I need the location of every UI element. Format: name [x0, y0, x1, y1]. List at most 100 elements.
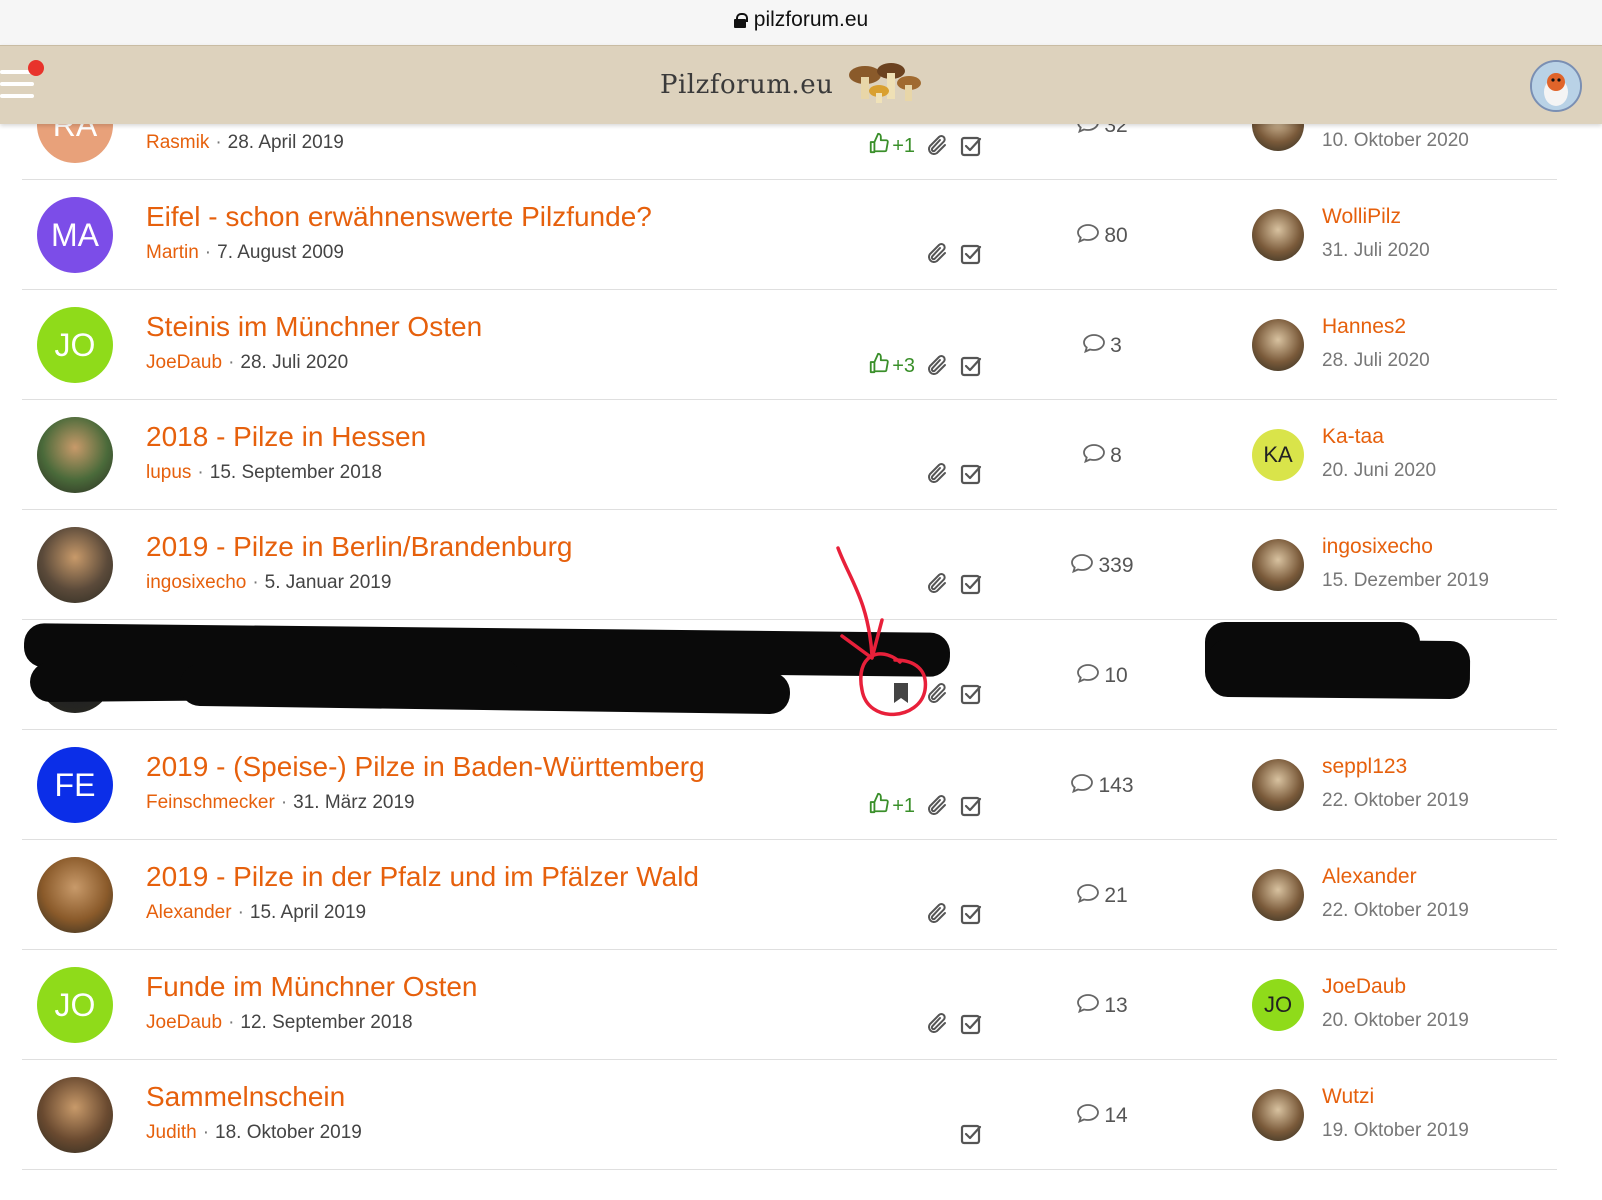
paperclip-icon: [925, 134, 951, 158]
last-poster-avatar[interactable]: [1252, 1089, 1304, 1141]
thread-author-link[interactable]: Feinschmecker: [146, 792, 275, 813]
thread-row[interactable]: FE 2019 - (Speise-) Pilze in Baden-Württe…: [22, 730, 1557, 840]
last-poster-avatar[interactable]: [1252, 869, 1304, 921]
thread-title-link[interactable]: Steinis im Münchner Osten: [146, 311, 482, 343]
last-poster-avatar[interactable]: [1252, 759, 1304, 811]
reply-count: 3: [1042, 332, 1162, 360]
thread-row[interactable]: Sammelnschein Judith · 18. Oktober 2019 14 Wu…: [22, 1060, 1557, 1170]
comment-icon: [1070, 552, 1094, 580]
paperclip-icon: [925, 462, 951, 486]
last-poster-avatar[interactable]: [1252, 209, 1304, 261]
thread-status-icons: [925, 242, 985, 266]
author-avatar[interactable]: [37, 527, 113, 603]
meta-separator: ·: [228, 352, 235, 373]
author-avatar[interactable]: MA: [37, 197, 113, 273]
author-avatar[interactable]: JO: [37, 967, 113, 1043]
last-poster-link[interactable]: Ka-taa: [1322, 425, 1384, 449]
last-poster-avatar[interactable]: [1252, 319, 1304, 371]
last-post-date[interactable]: 15. Dezember 2019: [1322, 570, 1489, 592]
paperclip-icon: [925, 354, 951, 378]
reply-value: 339: [1098, 554, 1134, 577]
last-poster-link[interactable]: ingosixecho: [1322, 535, 1433, 559]
last-post-date[interactable]: 19. Oktober 2019: [1322, 1120, 1469, 1142]
author-avatar[interactable]: [37, 857, 113, 933]
browser-url-bar[interactable]: pilzforum.eu: [0, 0, 1602, 45]
thread-title-link[interactable]: 2019 - Pilze in Berlin/Brandenburg: [146, 531, 572, 563]
last-poster-avatar[interactable]: JO: [1252, 979, 1304, 1031]
avatar-initials: KA: [1263, 442, 1293, 467]
last-post-date[interactable]: 20. Oktober 2019: [1322, 1010, 1469, 1032]
paperclip-icon: [925, 682, 951, 706]
url-text: pilzforum.eu: [753, 8, 869, 31]
last-poster-link[interactable]: seppl123: [1322, 755, 1407, 779]
avatar-initials: JO: [54, 986, 96, 1023]
thread-title-link[interactable]: Eifel - schon erwähnenswerte Pilzfunde?: [146, 201, 652, 233]
notification-badge: [28, 60, 44, 76]
user-avatar[interactable]: [1530, 60, 1582, 112]
last-post-date[interactable]: 10. Oktober 2020: [1322, 130, 1469, 152]
site-header: Pilzforum.eu: [0, 45, 1602, 124]
thread-status-icons: +1: [868, 132, 985, 160]
last-poster-link[interactable]: WolliPilz: [1322, 205, 1401, 229]
thread-row[interactable]: 2019 - Pilze in Berlin/Brandenburg ingosi…: [22, 510, 1557, 620]
thread-author-link[interactable]: Rasmik: [146, 132, 209, 153]
thread-author-link[interactable]: Judith: [146, 1122, 197, 1143]
thread-author-link[interactable]: ingosixecho: [146, 572, 246, 593]
last-post-date[interactable]: 22. Oktober 2019: [1322, 900, 1469, 922]
reply-value: 14: [1104, 1104, 1128, 1127]
thread-row[interactable]: 2019 - Pilze in der Pfalz und im Pfälzer…: [22, 840, 1557, 950]
thread-meta: lupus · 15. September 2018: [146, 462, 382, 484]
author-avatar[interactable]: [37, 1077, 113, 1153]
author-avatar[interactable]: [37, 417, 113, 493]
last-poster-link[interactable]: Wutzi: [1322, 1085, 1374, 1109]
thread-row[interactable]: JO Steinis im Münchner Osten JoeDaub · 28. J…: [22, 290, 1557, 400]
last-post-date[interactable]: 22. Oktober 2019: [1322, 790, 1469, 812]
paperclip-icon: [925, 1012, 951, 1036]
thread-status-icons: [891, 682, 985, 706]
bookmark-icon[interactable]: [891, 682, 917, 706]
thread-status-icons: +3: [868, 352, 985, 380]
thread-start-date: 18. Oktober 2019: [215, 1122, 362, 1143]
thread-author-link[interactable]: Martin: [146, 242, 199, 263]
comment-icon: [1076, 882, 1100, 910]
site-logo[interactable]: Pilzforum.eu: [660, 60, 923, 110]
author-avatar[interactable]: JO: [37, 307, 113, 383]
checkbox-icon: [959, 682, 985, 706]
thread-row[interactable]: MA Eifel - schon erwähnenswerte Pilzfunde…: [22, 180, 1557, 290]
thread-author-link[interactable]: lupus: [146, 462, 191, 483]
last-poster-avatar[interactable]: [1252, 539, 1304, 591]
reply-count: 21: [1042, 882, 1162, 910]
thread-start-date: 15. September 2018: [209, 462, 382, 483]
thread-title-link[interactable]: 2018 - Pilze in Hessen: [146, 421, 426, 453]
thread-title-link[interactable]: 2019 - Pilze in der Pfalz und im Pfälzer…: [146, 861, 699, 893]
thread-author-link[interactable]: Alexander: [146, 902, 232, 923]
mushroom-logo-icon: [849, 63, 922, 103]
thread-title-link[interactable]: 2019 - (Speise-) Pilze in Baden-Württemb…: [146, 751, 705, 783]
thread-title-link[interactable]: Sammelnschein: [146, 1081, 345, 1113]
paperclip-icon: [925, 794, 951, 818]
url-display[interactable]: pilzforum.eu: [0, 8, 1602, 32]
thread-row[interactable]: JO Funde im Münchner Osten JoeDaub · 12. Sep…: [22, 950, 1557, 1060]
meta-separator: ·: [252, 572, 259, 593]
thread-title-link[interactable]: Funde im Münchner Osten: [146, 971, 478, 1003]
paperclip-icon: [925, 902, 951, 926]
thread-author-link[interactable]: JoeDaub: [146, 352, 222, 373]
last-post-date[interactable]: 31. Juli 2020: [1322, 240, 1430, 262]
reply-count: 8: [1042, 442, 1162, 470]
author-avatar[interactable]: FE: [37, 747, 113, 823]
thumbs-up-icon: [868, 132, 890, 160]
thread-row[interactable]: 2018 - Pilze in Hessen lupus · 15. Septembe…: [22, 400, 1557, 510]
checkbox-icon: [959, 794, 985, 818]
reply-count: 80: [1042, 222, 1162, 250]
redaction-scribble: [179, 663, 791, 715]
last-poster-avatar[interactable]: KA: [1252, 429, 1304, 481]
thread-list: RA Rasmik · 28. April 2019 +1 32 10. Oktober 2…: [22, 70, 1557, 1170]
last-post-date[interactable]: 28. Juli 2020: [1322, 350, 1430, 372]
last-poster-link[interactable]: Alexander: [1322, 865, 1417, 889]
last-poster-link[interactable]: Hannes2: [1322, 315, 1406, 339]
last-post-date[interactable]: 20. Juni 2020: [1322, 460, 1436, 482]
thread-meta: Judith · 18. Oktober 2019: [146, 1122, 362, 1144]
thread-author-link[interactable]: JoeDaub: [146, 1012, 222, 1033]
reply-value: 21: [1104, 884, 1128, 907]
last-poster-link[interactable]: JoeDaub: [1322, 975, 1406, 999]
